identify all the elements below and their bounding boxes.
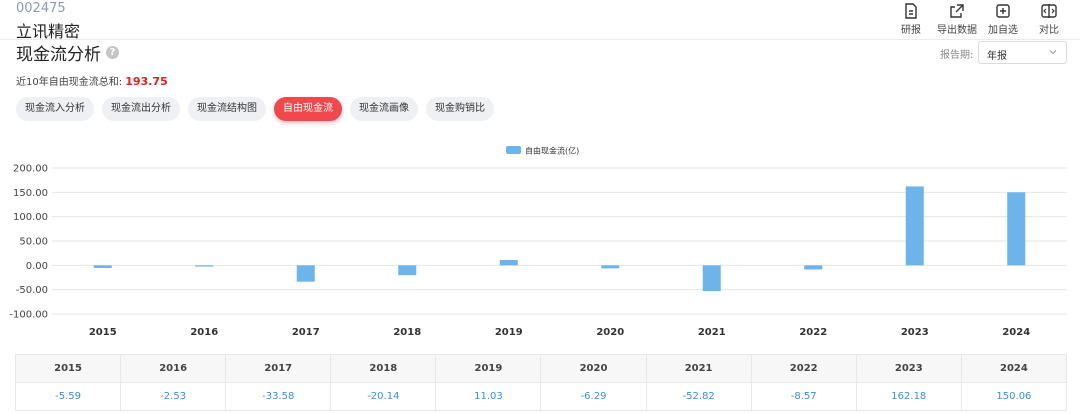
table-value-row: -5.59 -2.53 -33.58 -20.14 11.03 -6.29 -52.82 -8… (14, 382, 1068, 411)
report-period-label: 报告期: (940, 50, 974, 61)
table-value-cell: -33.58 (225, 382, 332, 411)
y-tick-label: 50.00 (19, 237, 48, 248)
x-tick-label: 2023 (901, 327, 929, 338)
table-value-cell: -8.57 (750, 382, 857, 411)
y-tick-label: 0.00 (26, 261, 48, 272)
export-data-button[interactable]: 导出数据 (934, 2, 980, 36)
stock-code: 002475 (16, 1, 66, 16)
table-year-cell: 2021 (645, 354, 752, 383)
analysis-tabs: 现金流入分析 现金流出分析 现金流结构图 自由现金流 现金流画像 现金购销比 (16, 97, 502, 121)
add-watchlist-icon (996, 4, 1010, 18)
tab-cash-inflow[interactable]: 现金流入分析 (16, 97, 94, 121)
bar (905, 186, 924, 266)
toolbar: 研报 导出数据 加自选 对比 (888, 2, 1072, 36)
bar (804, 265, 823, 270)
bar (93, 265, 112, 269)
table-year-cell: 2022 (750, 354, 857, 383)
bar (296, 265, 315, 282)
legend-swatch (506, 146, 521, 154)
table-year-cell: 2015 (14, 354, 122, 383)
help-icon[interactable]: ? (106, 46, 119, 59)
compare-label: 对比 (1039, 25, 1059, 36)
tab-cash-outflow[interactable]: 现金流出分析 (102, 97, 180, 121)
bar (195, 265, 214, 267)
table-year-cell: 2018 (330, 354, 437, 383)
fcf-data-table: 2015 2016 2017 2018 2019 2020 2021 2022 2023 2024… (14, 354, 1068, 411)
fcf-summary-value: 193.75 (125, 75, 168, 88)
bar (398, 265, 417, 276)
bar (1007, 192, 1026, 266)
table-header-row: 2015 2016 2017 2018 2019 2020 2021 2022 2023 2024 (14, 354, 1068, 383)
tab-cash-structure[interactable]: 现金流结构图 (188, 97, 266, 121)
table-value-cell: 162.18 (855, 382, 962, 411)
table-year-cell: 2019 (435, 354, 542, 383)
y-tick-label: 150.00 (13, 188, 48, 199)
table-value-cell: -52.82 (645, 382, 752, 411)
report-button[interactable]: 研报 (888, 2, 934, 36)
tab-free-cash-flow[interactable]: 自由现金流 (274, 97, 342, 121)
table-value-cell: -5.59 (14, 382, 122, 411)
export-data-label: 导出数据 (937, 25, 977, 36)
y-tick-label: -100.00 (9, 310, 48, 321)
add-watchlist-button[interactable]: 加自选 (980, 2, 1026, 36)
x-tick-label: 2016 (190, 327, 218, 338)
table-value-cell: 150.06 (960, 382, 1068, 411)
fcf-summary-label: 近10年自由现金流总和: (16, 77, 123, 88)
compare-icon (1041, 4, 1057, 18)
table-year-cell: 2024 (960, 354, 1068, 383)
y-tick-label: -50.00 (16, 285, 48, 296)
bar (601, 265, 620, 269)
report-period-value: 年报 (987, 51, 1007, 62)
x-tick-label: 2015 (89, 327, 117, 338)
table-year-cell: 2023 (855, 354, 962, 383)
bar (499, 259, 518, 266)
export-icon (950, 4, 964, 18)
x-tick-label: 2021 (698, 327, 726, 338)
report-period-select[interactable]: 年报 (978, 41, 1067, 64)
x-tick-label: 2020 (596, 327, 624, 338)
table-value-cell: -6.29 (540, 382, 647, 411)
y-tick-label: 100.00 (13, 212, 48, 223)
report-label: 研报 (901, 25, 921, 36)
table-value-cell: -20.14 (330, 382, 437, 411)
table-year-cell: 2017 (225, 354, 332, 383)
table-value-cell: 11.03 (435, 382, 542, 411)
compare-button[interactable]: 对比 (1026, 2, 1072, 36)
chevron-down-icon (1049, 50, 1057, 55)
tab-cash-profile[interactable]: 现金流画像 (350, 97, 418, 121)
x-tick-label: 2019 (495, 327, 523, 338)
section-title-text: 现金流分析 (16, 45, 101, 65)
x-tick-label: 2017 (292, 327, 320, 338)
table-year-cell: 2020 (540, 354, 647, 383)
section-title: 现金流分析 ? (16, 40, 119, 65)
x-tick-label: 2018 (393, 327, 421, 338)
report-icon (905, 3, 917, 19)
table-value-cell: -2.53 (120, 382, 227, 411)
add-watchlist-label: 加自选 (988, 25, 1018, 36)
fcf-summary: 近10年自由现金流总和: 193.75 (16, 73, 168, 88)
legend-label: 自由现金流(亿) (525, 146, 579, 156)
stock-name: 立讯精密 (16, 22, 81, 41)
tab-cash-sales-ratio[interactable]: 现金购销比 (426, 97, 494, 121)
y-tick-label: 200.00 (13, 164, 48, 175)
x-tick-label: 2022 (799, 327, 827, 338)
bar (702, 265, 721, 292)
x-tick-label: 2024 (1002, 327, 1030, 338)
free-cash-flow-chart: 200.00 150.00 100.00 50.00 0.00 -50.00 -100.00… (9, 146, 1067, 338)
stock-header: 002475 立讯精密 研报 导出数据 加自选 对比 (0, 0, 1080, 41)
table-year-cell: 2016 (120, 354, 227, 383)
